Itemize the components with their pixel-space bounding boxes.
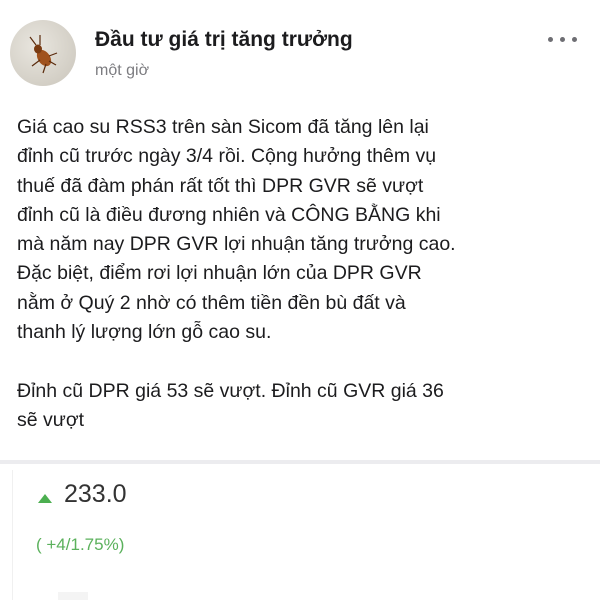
post-text-line: đỉnh cũ là điều đương nhiên và CÔNG BẰNG…: [17, 203, 441, 226]
post-body: Giá cao su RSS3 trên sàn Sicom đã tăng l…: [17, 113, 592, 435]
triangle-up-icon: [38, 494, 52, 503]
more-horizontal-icon: [548, 37, 553, 42]
insect-avatar-icon: [29, 35, 58, 74]
post-text-line: Đặc biệt, điểm rơi lợi nhuận lớn của DPR…: [17, 262, 422, 285]
author-avatar[interactable]: [10, 20, 76, 86]
stock-change: ( +4/1.75%): [36, 535, 125, 554]
more-options-button[interactable]: [540, 28, 586, 52]
card-footer-element: [58, 592, 88, 600]
author-name[interactable]: Đầu tư giá trị tăng trưởng: [95, 28, 353, 52]
stock-price: 233.0: [64, 480, 127, 508]
post-text-line: đỉnh cũ trước ngày 3/4 rồi. Cộng hưởng t…: [17, 145, 437, 168]
post-text-line: Đỉnh cũ DPR giá 53 sẽ vượt. Đỉnh cũ GVR …: [17, 379, 444, 402]
post-timestamp: một giờ: [95, 62, 150, 79]
post-text-line: nằm ở Quý 2 nhờ có thêm tiền đền bù đất …: [17, 291, 406, 314]
post-text-line: thuế đã đàm phán rất tốt thì DPR GVR sẽ …: [17, 174, 424, 197]
post-text-line: sẽ vượt: [17, 408, 85, 431]
post-text-line: mà năm nay DPR GVR lợi nhuận tăng trưởng…: [17, 233, 456, 256]
more-horizontal-icon-dot: [560, 37, 565, 42]
post-header: Đầu tư giá trị tăng trưởng một giờ: [0, 0, 600, 100]
post-text-line: Giá cao su RSS3 trên sàn Sicom đã tăng l…: [17, 116, 429, 138]
post-text-line: thanh lý lượng lớn gỗ cao su.: [17, 321, 272, 344]
more-horizontal-icon-dot: [572, 37, 577, 42]
